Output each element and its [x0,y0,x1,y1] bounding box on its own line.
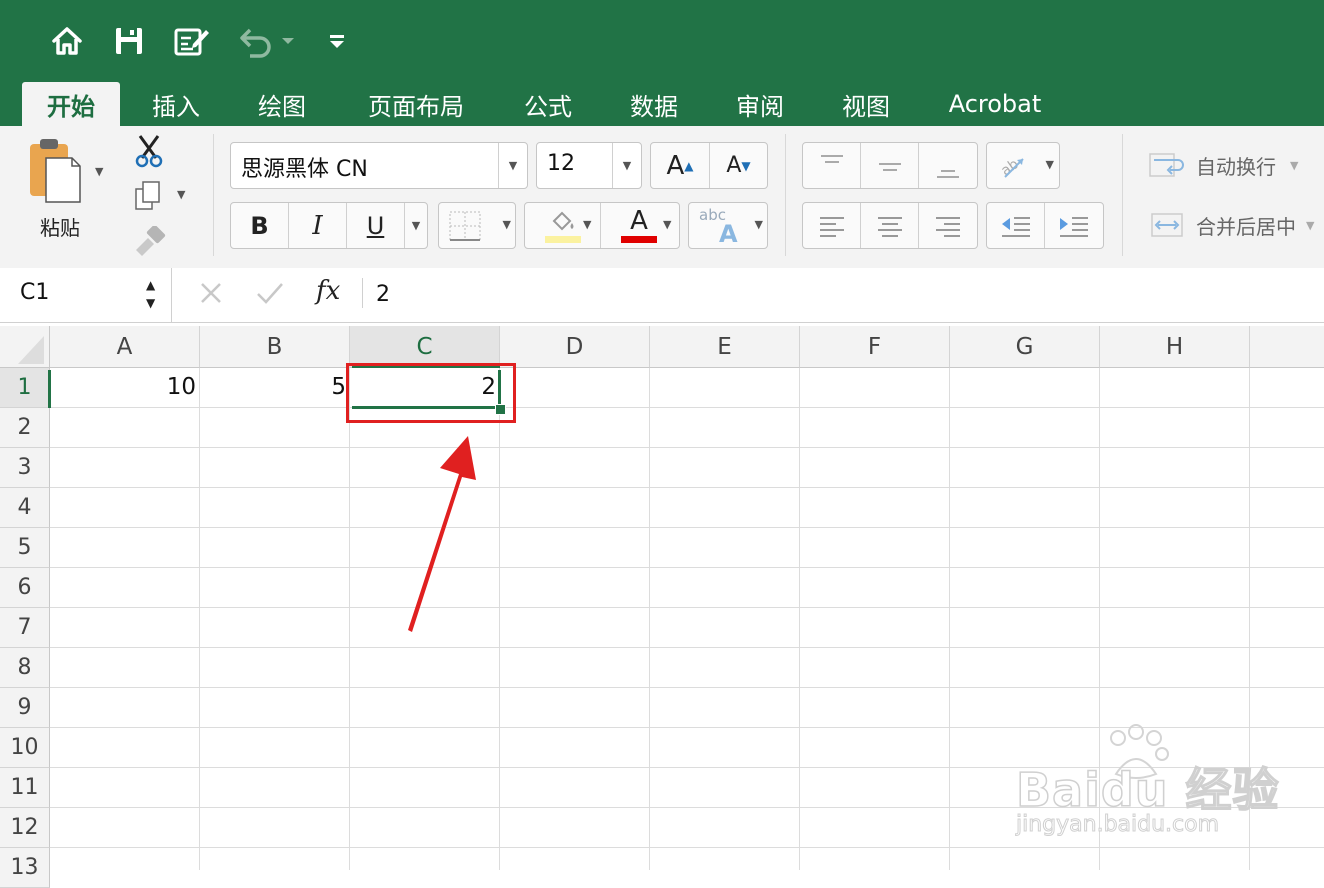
watermark-url: jingyan.baidu.com [1015,812,1220,838]
baidu-watermark: Baidu 经验 jingyan.baidu.com [1010,724,1310,844]
watermark-brand: Baidu 经验 [1015,762,1280,818]
